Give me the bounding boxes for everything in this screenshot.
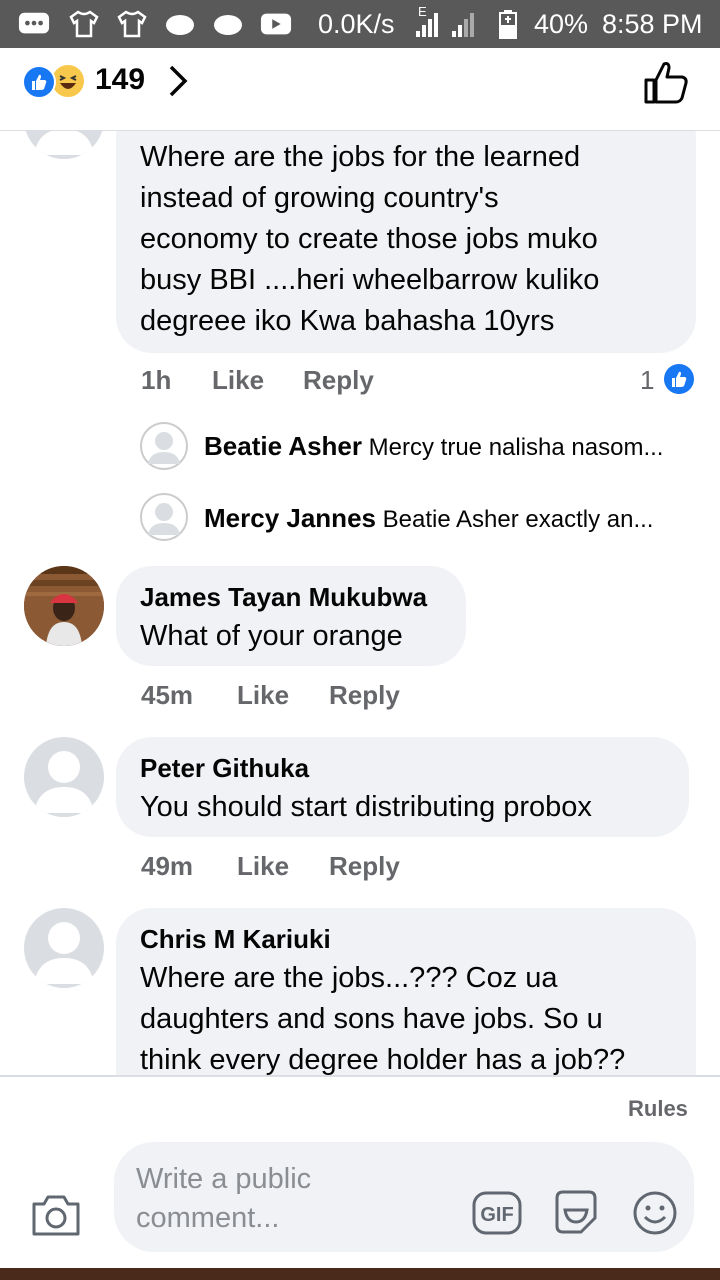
avatar[interactable]: [140, 422, 188, 470]
reply-text: Mercy true nalisha nasom...: [368, 434, 664, 461]
chat-icon: [18, 10, 50, 38]
gif-icon[interactable]: GIF: [471, 1190, 523, 1241]
signal-icon: E: [412, 4, 490, 38]
reaction-count[interactable]: 149: [95, 62, 145, 98]
reply-button[interactable]: Reply: [329, 851, 400, 881]
comment-bubble[interactable]: Chris M Kariuki Where are the jobs...???…: [116, 908, 696, 1075]
network-type: E: [418, 4, 427, 19]
comments-list[interactable]: Where are the jobs for the learned inste…: [0, 131, 720, 1075]
shirt-icon: [116, 10, 148, 38]
avatar[interactable]: [24, 737, 104, 817]
comment-text: Where are the jobs for the learned inste…: [140, 141, 600, 337]
reply-button[interactable]: Reply: [303, 365, 374, 395]
comment-input-placeholder[interactable]: Write a public comment...: [136, 1160, 346, 1238]
emoji-icon[interactable]: [632, 1190, 678, 1241]
youtube-icon: [260, 10, 292, 38]
comment-bubble[interactable]: Where are the jobs for the learned inste…: [116, 131, 696, 353]
like-button[interactable]: Like: [212, 365, 264, 395]
divider: [0, 1075, 720, 1077]
avatar[interactable]: [140, 493, 188, 541]
reply-preview[interactable]: Mercy Jannes Beatie Asher exactly an...: [204, 503, 653, 535]
comment-input[interactable]: Write a public comment... GIF: [114, 1142, 694, 1252]
comment-time: 49m: [141, 851, 194, 881]
comment-author[interactable]: James Tayan Mukubwa: [140, 582, 427, 612]
chevron-right-icon[interactable]: [166, 64, 190, 103]
nav-bar: [0, 1268, 720, 1280]
comment-text: Where are the jobs...??? Coz ua daughter…: [140, 962, 626, 1075]
comment-bubble[interactable]: Peter Githuka You should start distribut…: [116, 737, 689, 837]
reply-preview[interactable]: Beatie Asher Mercy true nalisha nasom...: [204, 431, 663, 463]
cloud-icon: [212, 10, 244, 38]
reactions-header[interactable]: 149: [0, 48, 720, 131]
camera-icon[interactable]: [30, 1192, 82, 1243]
cloud-icon: [164, 10, 196, 38]
like-outline-icon[interactable]: [642, 60, 690, 111]
comment-text: You should start distributing probox: [140, 791, 592, 823]
network-speed: 0.0K/s: [318, 9, 395, 39]
battery-percent: 40%: [534, 9, 589, 39]
avatar[interactable]: [24, 908, 104, 988]
comment-author[interactable]: Chris M Kariuki: [140, 924, 331, 954]
reply-author[interactable]: Mercy Jannes: [204, 503, 376, 533]
sticker-icon[interactable]: [551, 1188, 601, 1243]
comment-author[interactable]: Peter Githuka: [140, 753, 309, 783]
like-reaction-icon: [664, 364, 694, 394]
comment-time: 45m: [141, 680, 194, 710]
like-button[interactable]: Like: [237, 680, 289, 710]
status-bar: 0.0K/s E 40% 8:58 PM: [0, 0, 720, 48]
reply-button[interactable]: Reply: [329, 680, 400, 710]
like-button[interactable]: Like: [237, 851, 289, 881]
svg-text:GIF: GIF: [480, 1204, 513, 1226]
comment-bubble[interactable]: James Tayan Mukubwa What of your orange: [116, 566, 466, 666]
shirt-icon: [68, 10, 100, 38]
avatar[interactable]: [24, 131, 104, 159]
reply-author[interactable]: Beatie Asher: [204, 431, 362, 461]
comment-time: 1h: [141, 365, 172, 395]
rules-link[interactable]: Rules: [628, 1096, 688, 1122]
like-count[interactable]: 1: [640, 365, 654, 395]
like-reaction-icon: [22, 65, 56, 99]
battery-icon: [496, 10, 520, 39]
comment-text: What of your orange: [140, 620, 403, 652]
reply-text: Beatie Asher exactly an...: [382, 506, 654, 533]
avatar-photo[interactable]: [24, 566, 104, 646]
clock: 8:58 PM: [602, 9, 703, 39]
